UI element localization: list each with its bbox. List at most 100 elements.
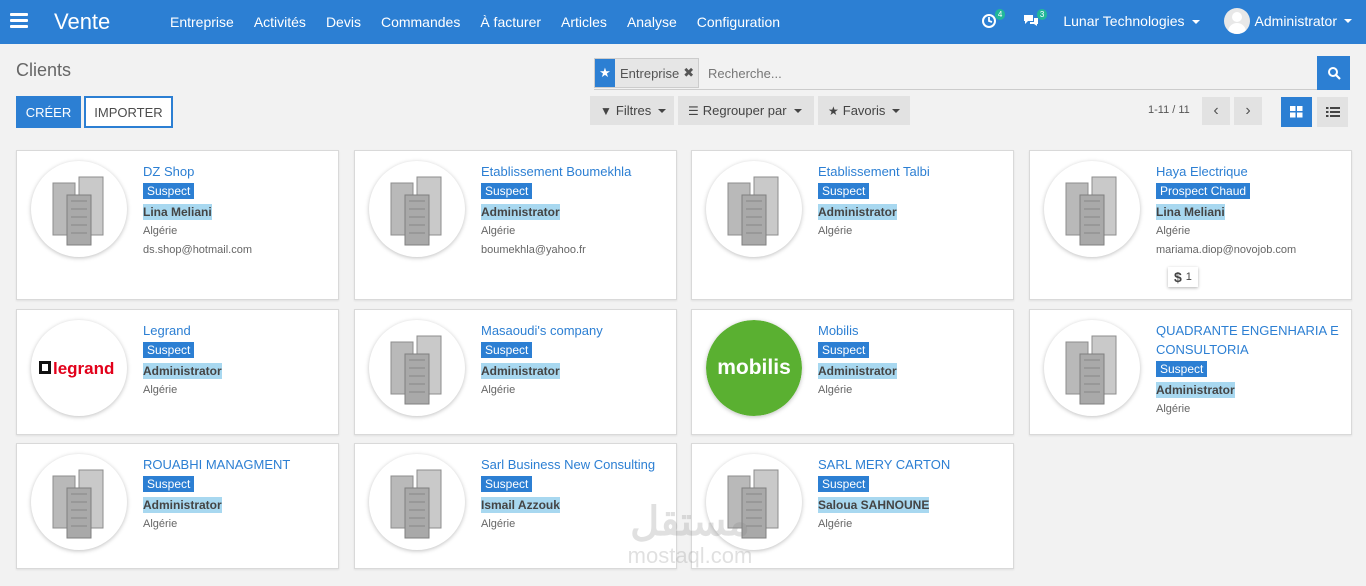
groupby-label: Regrouper par [702, 103, 787, 118]
status-tag: Suspect [818, 183, 870, 199]
email: mariama.diop@novojob.com [1156, 244, 1297, 256]
user-menu[interactable]: Administrator [1223, 8, 1352, 34]
search-input[interactable] [708, 62, 1268, 84]
country: Algérie [1156, 225, 1191, 237]
create-button[interactable]: CRÉER [16, 96, 81, 128]
company-building-icon [31, 161, 127, 257]
company-building-icon [1044, 320, 1140, 416]
company-name: Lunar Technologies [1063, 13, 1185, 29]
customer-card[interactable]: Etablissement Talbi Suspect Administrato… [691, 150, 1014, 300]
chevron-down-icon [892, 108, 901, 113]
customer-card[interactable]: Haya Electrique Prospect Chaud Lina Meli… [1029, 150, 1352, 300]
menu-item-activites[interactable]: Activités [254, 14, 306, 30]
legrand-logo: legrand [31, 320, 127, 416]
customer-card[interactable]: Etablissement Boumekhla Suspect Administ… [354, 150, 677, 300]
close-icon[interactable]: ✖ [683, 65, 698, 81]
search-button[interactable] [1317, 56, 1350, 90]
menu-item-devis[interactable]: Devis [326, 14, 361, 30]
menu-item-configuration[interactable]: Configuration [697, 14, 780, 30]
top-navbar: Vente Entreprise Activités Devis Command… [0, 0, 1366, 44]
company-switcher[interactable]: Lunar Technologies [1063, 13, 1200, 29]
kanban-icon [1290, 106, 1303, 118]
customer-card[interactable]: QUADRANTE ENGENHARIA E CONSULTORIA Suspe… [1029, 309, 1352, 435]
status-tag: Suspect [143, 342, 195, 358]
customer-name[interactable]: Haya Electrique [1156, 162, 1346, 181]
status-tag: Suspect [481, 476, 533, 492]
country: Algérie [481, 384, 516, 396]
activity-count-badge: 4 [994, 9, 1006, 20]
customer-name[interactable]: Etablissement Boumekhla [481, 162, 671, 181]
salesperson: Administrator [481, 363, 560, 379]
company-building-icon [31, 454, 127, 550]
menu-item-entreprise[interactable]: Entreprise [170, 14, 234, 30]
salesperson: Lina Meliani [1156, 204, 1225, 220]
status-tag: Suspect [1156, 361, 1208, 377]
chevron-down-icon [793, 108, 802, 113]
country: Algérie [818, 225, 853, 237]
salesperson: Saloua SAHNOUNE [818, 497, 930, 513]
search-options: ▼ Filtres ☰ Regrouper par ★ Favoris [590, 96, 910, 125]
activity-icon[interactable]: 4 [979, 9, 1006, 31]
pager-previous-button[interactable]: ‹ [1202, 97, 1230, 125]
customer-card[interactable]: ROUABHI MANAGMENT Suspect Administrator … [16, 443, 339, 569]
favorites-label: Favoris [842, 103, 886, 118]
company-building-icon [369, 320, 465, 416]
country: Algérie [818, 518, 853, 530]
customer-name[interactable]: SARL MERY CARTON [818, 455, 1008, 474]
customer-card[interactable]: DZ Shop Suspect Lina Meliani Algérie ds.… [16, 150, 339, 300]
groupby-dropdown[interactable]: ☰ Regrouper par [678, 96, 814, 125]
filters-dropdown[interactable]: ▼ Filtres [590, 96, 674, 125]
kanban-view-button[interactable] [1281, 97, 1312, 127]
customer-card[interactable]: Masaoudi's company Suspect Administrator… [354, 309, 677, 435]
menu-item-commandes[interactable]: Commandes [381, 14, 460, 30]
status-tag: Suspect [481, 342, 533, 358]
salesperson: Administrator [818, 363, 897, 379]
customer-name[interactable]: DZ Shop [143, 162, 333, 181]
country: Algérie [1156, 403, 1191, 415]
email: boumekhla@yahoo.fr [481, 244, 586, 256]
search-facet: ★ Entreprise ✖ [594, 58, 700, 88]
customer-name[interactable]: Legrand [143, 321, 333, 340]
opportunities-count: 1 [1185, 271, 1192, 283]
watermark: مستقل mostaql.com [600, 500, 780, 580]
customer-name[interactable]: Sarl Business New Consulting [481, 455, 671, 474]
favorites-dropdown[interactable]: ★ Favoris [818, 96, 910, 125]
watermark-arabic: مستقل [630, 500, 750, 544]
menu-toggle-icon[interactable] [10, 13, 28, 29]
app-name[interactable]: Vente [54, 9, 110, 35]
country: Algérie [143, 225, 178, 237]
messages-icon[interactable]: 3 [1021, 9, 1048, 31]
filter-icon: ▼ [600, 103, 612, 118]
country: Algérie [481, 225, 516, 237]
messages-count-badge: 3 [1036, 9, 1048, 20]
company-building-icon [706, 161, 802, 257]
customer-card[interactable]: legrand Legrand Suspect Administrator Al… [16, 309, 339, 435]
customer-name[interactable]: Etablissement Talbi [818, 162, 1008, 181]
import-button[interactable]: IMPORTER [84, 96, 173, 128]
list-icon [1325, 107, 1340, 117]
opportunities-button[interactable]: $1 [1168, 267, 1198, 287]
search-bar: ★ Entreprise ✖ [594, 56, 1350, 90]
filters-label: Filtres [615, 103, 652, 118]
list-view-button[interactable] [1317, 97, 1348, 127]
list-icon: ☰ [688, 103, 699, 118]
customer-name[interactable]: Mobilis [818, 321, 1008, 340]
email: ds.shop@hotmail.com [143, 244, 252, 256]
pager-next-button[interactable]: › [1234, 97, 1262, 125]
customer-name[interactable]: QUADRANTE ENGENHARIA E CONSULTORIA [1156, 321, 1346, 359]
menu-item-analyse[interactable]: Analyse [627, 14, 677, 30]
customer-name[interactable]: ROUABHI MANAGMENT [143, 455, 333, 474]
mobilis-logo: mobilis [706, 320, 802, 416]
menu-item-articles[interactable]: Articles [561, 14, 607, 30]
company-building-icon [1044, 161, 1140, 257]
customer-name[interactable]: Masaoudi's company [481, 321, 671, 340]
menu-item-a-facturer[interactable]: À facturer [480, 14, 541, 30]
pager-value[interactable]: 1-11 / 11 [1148, 104, 1190, 116]
chevron-right-icon: › [1245, 102, 1251, 119]
chevron-down-icon [1344, 19, 1352, 23]
facet-label: Entreprise [620, 65, 680, 81]
salesperson: Administrator [818, 204, 897, 220]
country: Algérie [143, 518, 178, 530]
mobilis-logo-text: mobilis [706, 320, 802, 416]
customer-card[interactable]: mobilis Mobilis Suspect Administrator Al… [691, 309, 1014, 435]
